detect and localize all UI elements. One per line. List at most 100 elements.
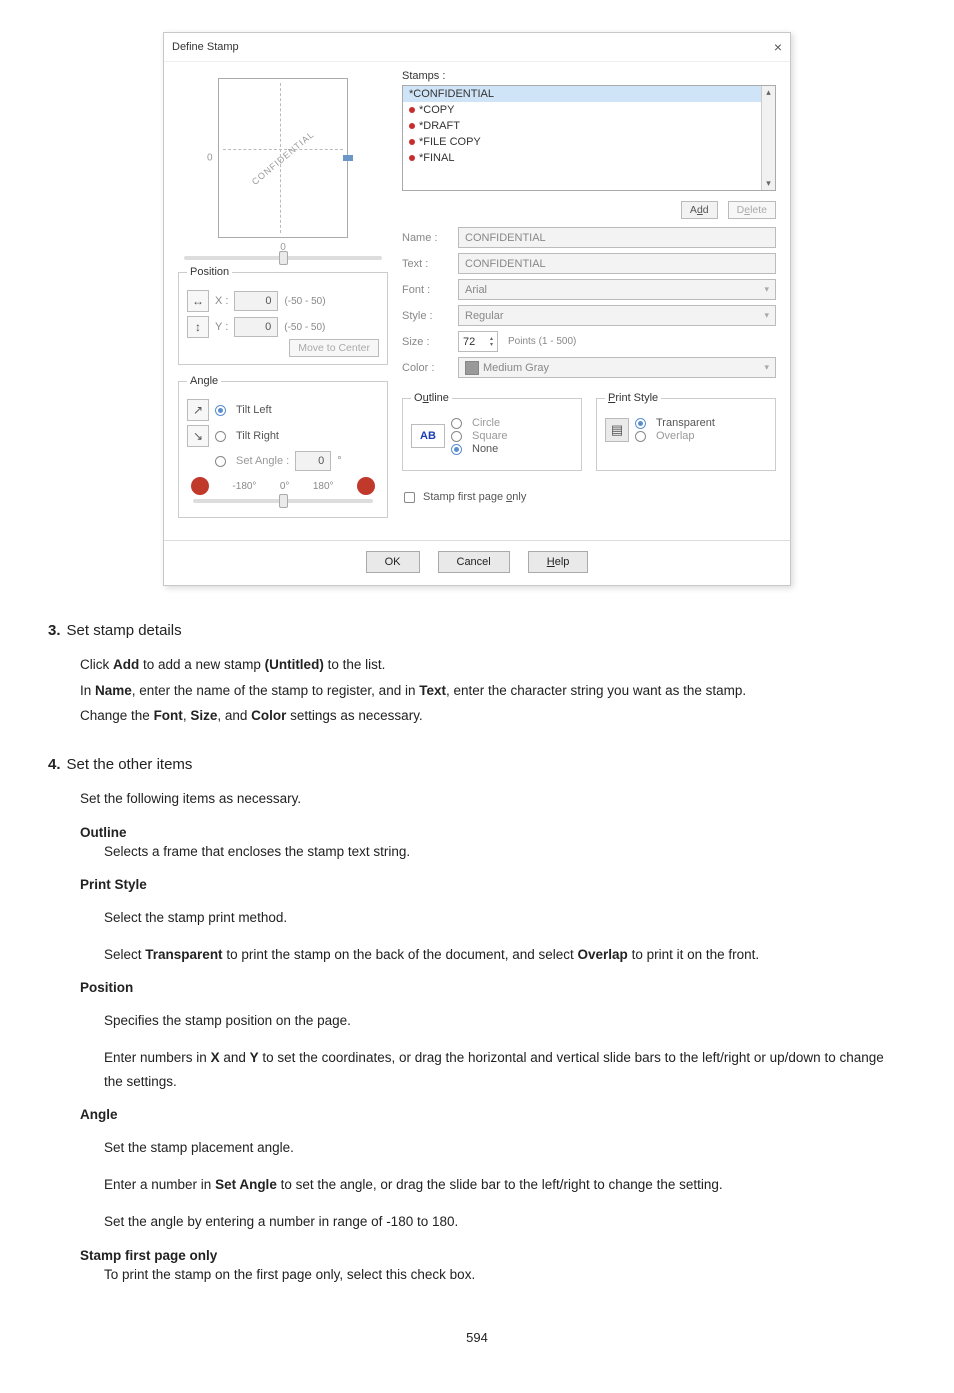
preview-zero-v: 0 xyxy=(207,153,213,164)
stamps-listbox[interactable]: *CONFIDENTIAL *COPY *DRAFT *FILE COPY *F… xyxy=(402,85,776,191)
angle-dial-right-icon xyxy=(357,477,375,495)
step-3: 3.Set stamp details Click Add to add a n… xyxy=(48,622,906,728)
list-scrollbar[interactable]: ▴▾ xyxy=(761,86,775,190)
overlap-label: Overlap xyxy=(656,430,695,442)
font-label: Font : xyxy=(402,284,448,296)
def-firstpage-term: Stamp first page only xyxy=(80,1248,906,1263)
definitions: Outline Selects a frame that encloses th… xyxy=(80,825,906,1287)
right-column: Stamps : *CONFIDENTIAL *COPY *DRAFT *FIL… xyxy=(402,70,776,528)
set-angle-label: Set Angle : xyxy=(236,455,289,467)
name-label: Name : xyxy=(402,232,448,244)
chevron-down-icon: ▾ xyxy=(764,310,769,321)
step-4-header: 4.Set the other items xyxy=(48,756,906,773)
def-position-desc: Specifies the stamp position on the page… xyxy=(104,1009,906,1093)
angle-zero: 0° xyxy=(280,481,290,492)
printstyle-group: Print Style ▤ Transparent Overlap xyxy=(596,392,776,471)
transparent-radio[interactable] xyxy=(635,418,646,429)
dialog-title: Define Stamp xyxy=(172,41,239,53)
name-field[interactable]: CONFIDENTIAL xyxy=(458,227,776,248)
step-3-body: Click Add to add a new stamp (Untitled) … xyxy=(80,653,906,728)
y-icon: ↕ xyxy=(187,316,209,338)
preview-handle[interactable] xyxy=(343,155,353,161)
x-field[interactable]: 0 xyxy=(234,291,278,311)
list-item[interactable]: *DRAFT xyxy=(403,118,775,134)
angle-minus180: -180° xyxy=(232,481,256,492)
size-label: Size : xyxy=(402,336,448,348)
x-label: X : xyxy=(215,295,228,307)
list-item[interactable]: *FINAL xyxy=(403,150,775,166)
outline-circle-radio[interactable] xyxy=(451,418,462,429)
outline-legend: Outline xyxy=(411,392,452,404)
degree-symbol: ° xyxy=(337,455,341,467)
y-label: Y : xyxy=(215,321,228,333)
def-printstyle-term: Print Style xyxy=(80,877,906,892)
y-range: (-50 - 50) xyxy=(284,322,325,333)
chevron-down-icon: ▾ xyxy=(764,362,769,373)
stamps-label: Stamps : xyxy=(402,70,776,82)
angle-legend: Angle xyxy=(187,375,221,387)
color-label: Color : xyxy=(402,362,448,374)
help-button[interactable]: Help xyxy=(528,551,589,573)
dialog-footer: OK Cancel Help xyxy=(164,540,790,585)
chevron-up-icon: ▴ xyxy=(766,87,771,98)
style-select[interactable]: Regular▾ xyxy=(458,305,776,326)
angle-dial-left-icon xyxy=(191,477,209,495)
overlap-radio[interactable] xyxy=(635,431,646,442)
chevron-down-icon: ▾ xyxy=(764,284,769,295)
tilt-right-icon: ↘ xyxy=(187,425,209,447)
tilt-left-icon: ↗ xyxy=(187,399,209,421)
outline-preview-icon: AB xyxy=(411,424,445,448)
angle-slider[interactable] xyxy=(187,499,379,503)
tilt-right-radio[interactable] xyxy=(215,431,226,442)
close-icon[interactable]: × xyxy=(774,39,782,55)
first-page-only-checkbox[interactable] xyxy=(404,492,415,503)
def-printstyle-desc: Select the stamp print method. Select Tr… xyxy=(104,906,906,967)
def-outline-term: Outline xyxy=(80,825,906,840)
outline-none-label: None xyxy=(472,443,498,455)
list-item[interactable]: *COPY xyxy=(403,102,775,118)
def-angle-term: Angle xyxy=(80,1107,906,1122)
preview-text: CONFIDENTIAL xyxy=(250,129,316,187)
printstyle-icon: ▤ xyxy=(605,418,629,442)
step-4-intro: Set the following items as necessary. xyxy=(80,787,906,811)
step-4: 4.Set the other items Set the following … xyxy=(48,756,906,1286)
set-angle-field[interactable]: 0 xyxy=(295,451,331,471)
font-select[interactable]: Arial▾ xyxy=(458,279,776,300)
dialog-titlebar: Define Stamp × xyxy=(164,33,790,62)
preview-h-slider[interactable] xyxy=(178,256,388,260)
move-to-center-button[interactable]: Move to Center xyxy=(289,339,379,357)
tilt-left-label: Tilt Left xyxy=(236,404,272,416)
stamp-preview: CONFIDENTIAL 0 0 xyxy=(218,78,348,238)
list-item[interactable]: *CONFIDENTIAL xyxy=(403,86,775,102)
style-label: Style : xyxy=(402,310,448,322)
define-stamp-dialog: Define Stamp × CONFIDENTIAL 0 0 Position xyxy=(163,32,791,586)
add-button[interactable]: Add xyxy=(681,201,718,219)
y-field[interactable]: 0 xyxy=(234,317,278,337)
color-swatch-icon xyxy=(465,361,479,375)
color-select[interactable]: Medium Gray▾ xyxy=(458,357,776,378)
outline-group: Outline AB Circle Square None xyxy=(402,392,582,471)
outline-square-label: Square xyxy=(472,430,507,442)
outline-square-radio[interactable] xyxy=(451,431,462,442)
position-legend: Position xyxy=(187,266,232,278)
list-item[interactable]: *FILE COPY xyxy=(403,134,775,150)
transparent-label: Transparent xyxy=(656,417,715,429)
cancel-button[interactable]: Cancel xyxy=(438,551,510,573)
text-field[interactable]: CONFIDENTIAL xyxy=(458,253,776,274)
left-column: CONFIDENTIAL 0 0 Position ↔ X : 0 (-50 -… xyxy=(178,70,388,528)
angle-plus180: 180° xyxy=(313,481,334,492)
outline-none-radio[interactable] xyxy=(451,444,462,455)
delete-button[interactable]: Delete xyxy=(728,201,776,219)
page-number: 594 xyxy=(48,1330,906,1345)
size-hint: Points (1 - 500) xyxy=(508,336,576,347)
set-angle-radio[interactable] xyxy=(215,456,226,467)
ok-button[interactable]: OK xyxy=(366,551,420,573)
step-3-header: 3.Set stamp details xyxy=(48,622,906,639)
text-label: Text : xyxy=(402,258,448,270)
tilt-left-radio[interactable] xyxy=(215,405,226,416)
def-outline-desc: Selects a frame that encloses the stamp … xyxy=(104,840,906,864)
first-page-only-row: Stamp first page only xyxy=(404,491,774,503)
tilt-right-label: Tilt Right xyxy=(236,430,279,442)
def-angle-desc: Set the stamp placement angle. Enter a n… xyxy=(104,1136,906,1234)
size-stepper[interactable]: 72▴▾ xyxy=(458,331,498,352)
